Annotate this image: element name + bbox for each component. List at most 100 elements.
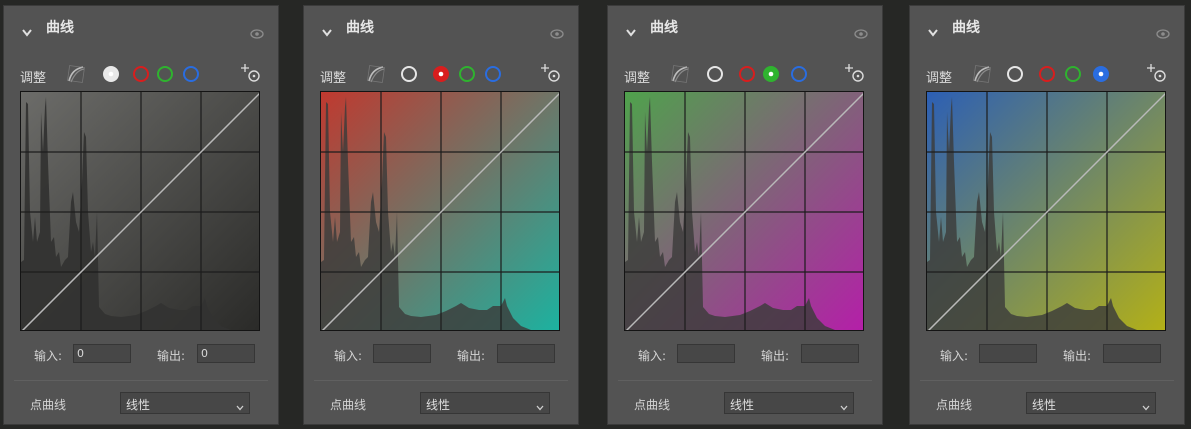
adjust-row: 调整 [608, 62, 882, 88]
rgb-channel-icon[interactable] [1006, 65, 1024, 83]
input-field[interactable] [677, 344, 735, 363]
adjust-label: 调整 [20, 71, 47, 86]
output-field[interactable]: 0 [197, 344, 255, 363]
targeted-adjustment-icon[interactable] [1146, 62, 1168, 84]
red-channel-icon[interactable] [432, 65, 450, 83]
input-output-row: 输入: 输出: [304, 344, 578, 366]
point-curve-value: 线性 [1032, 398, 1057, 412]
green-channel-icon[interactable] [762, 65, 780, 83]
curves-panel: 曲线 调整 输入: 0 输出: 0 点曲线 线性 [3, 5, 279, 425]
curve-graph[interactable] [624, 91, 864, 331]
curves-panel: 曲线调整输入: 输出: 点曲线 线性 [909, 5, 1185, 425]
input-label: 输入: [334, 349, 363, 363]
input-field[interactable] [373, 344, 431, 363]
eye-icon[interactable] [550, 24, 564, 39]
point-curve-row: 点曲线 线性 [608, 392, 882, 416]
panel-title: 曲线 [46, 20, 74, 36]
point-curve-row: 点曲线 线性 [304, 392, 578, 416]
input-output-row: 输入: 输出: [910, 344, 1184, 366]
adjust-row: 调整 [304, 62, 578, 88]
chevron-down-icon[interactable] [322, 22, 332, 37]
point-curve-value: 线性 [730, 398, 755, 412]
targeted-adjustment-icon[interactable] [540, 62, 562, 84]
point-curve-label: 点曲线 [330, 398, 367, 412]
curves-panel: 曲线调整输入: 输出: 点曲线 线性 [607, 5, 883, 425]
rgb-channel-icon[interactable] [400, 65, 418, 83]
panel-header[interactable]: 曲线 [910, 6, 1184, 46]
chevron-down-icon[interactable] [1142, 400, 1150, 411]
output-label: 输出: [457, 349, 486, 363]
curve-plot[interactable] [21, 92, 260, 331]
point-curve-label: 点曲线 [936, 398, 973, 412]
input-output-row: 输入: 0 输出: 0 [4, 344, 278, 366]
input-label: 输入: [940, 349, 969, 363]
point-curve-select[interactable]: 线性 [724, 392, 854, 414]
panel-title: 曲线 [650, 20, 678, 36]
divider [14, 380, 268, 381]
blue-channel-icon[interactable] [790, 65, 808, 83]
output-label: 输出: [157, 349, 186, 363]
input-label: 输入: [638, 349, 667, 363]
panel-header[interactable]: 曲线 [608, 6, 882, 46]
panel-header[interactable]: 曲线 [304, 6, 578, 46]
panel-title: 曲线 [952, 20, 980, 36]
targeted-adjustment-icon[interactable] [844, 62, 866, 84]
point-curve-select[interactable]: 线性 [420, 392, 550, 414]
chevron-down-icon[interactable] [928, 22, 938, 37]
curve-graph[interactable] [320, 91, 560, 331]
curve-graph[interactable] [926, 91, 1166, 331]
chevron-down-icon[interactable] [536, 400, 544, 411]
panel-title: 曲线 [346, 20, 374, 36]
targeted-adjustment-icon[interactable] [240, 62, 262, 84]
rgb-channel-icon[interactable] [102, 65, 120, 83]
green-channel-icon[interactable] [1064, 65, 1082, 83]
point-curve-label: 点曲线 [30, 398, 67, 412]
auto-adjust-icon[interactable] [66, 64, 86, 84]
adjust-label: 调整 [624, 71, 651, 86]
input-field[interactable] [979, 344, 1037, 363]
input-output-row: 输入: 输出: [608, 344, 882, 366]
input-field[interactable]: 0 [73, 344, 131, 363]
curve-plot[interactable] [321, 92, 560, 331]
point-curve-value: 线性 [126, 398, 151, 412]
auto-adjust-icon[interactable] [972, 64, 992, 84]
panel-header[interactable]: 曲线 [4, 6, 278, 46]
chevron-down-icon[interactable] [840, 400, 848, 411]
red-channel-icon[interactable] [1038, 65, 1056, 83]
red-channel-icon[interactable] [132, 65, 150, 83]
adjust-row: 调整 [4, 62, 278, 88]
divider [618, 380, 872, 381]
curves-panel: 曲线调整输入: 输出: 点曲线 线性 [303, 5, 579, 425]
output-field[interactable] [497, 344, 555, 363]
adjust-label: 调整 [926, 71, 953, 86]
chevron-down-icon[interactable] [236, 400, 244, 411]
divider [314, 380, 568, 381]
green-channel-icon[interactable] [156, 65, 174, 83]
eye-icon[interactable] [1156, 24, 1170, 39]
output-label: 输出: [761, 349, 790, 363]
curve-plot[interactable] [625, 92, 864, 331]
curve-plot[interactable] [927, 92, 1166, 331]
green-channel-icon[interactable] [458, 65, 476, 83]
chevron-down-icon[interactable] [22, 22, 32, 37]
chevron-down-icon[interactable] [626, 22, 636, 37]
point-curve-row: 点曲线 线性 [4, 392, 278, 416]
adjust-row: 调整 [910, 62, 1184, 88]
blue-channel-icon[interactable] [1092, 65, 1110, 83]
output-field[interactable] [801, 344, 859, 363]
point-curve-select[interactable]: 线性 [1026, 392, 1156, 414]
auto-adjust-icon[interactable] [670, 64, 690, 84]
point-curve-label: 点曲线 [634, 398, 671, 412]
eye-icon[interactable] [250, 24, 264, 39]
eye-icon[interactable] [854, 24, 868, 39]
red-channel-icon[interactable] [738, 65, 756, 83]
output-field[interactable] [1103, 344, 1161, 363]
blue-channel-icon[interactable] [484, 65, 502, 83]
blue-channel-icon[interactable] [182, 65, 200, 83]
rgb-channel-icon[interactable] [706, 65, 724, 83]
divider [920, 380, 1174, 381]
adjust-label: 调整 [320, 71, 347, 86]
auto-adjust-icon[interactable] [366, 64, 386, 84]
point-curve-select[interactable]: 线性 [120, 392, 250, 414]
curve-graph[interactable] [20, 91, 260, 331]
